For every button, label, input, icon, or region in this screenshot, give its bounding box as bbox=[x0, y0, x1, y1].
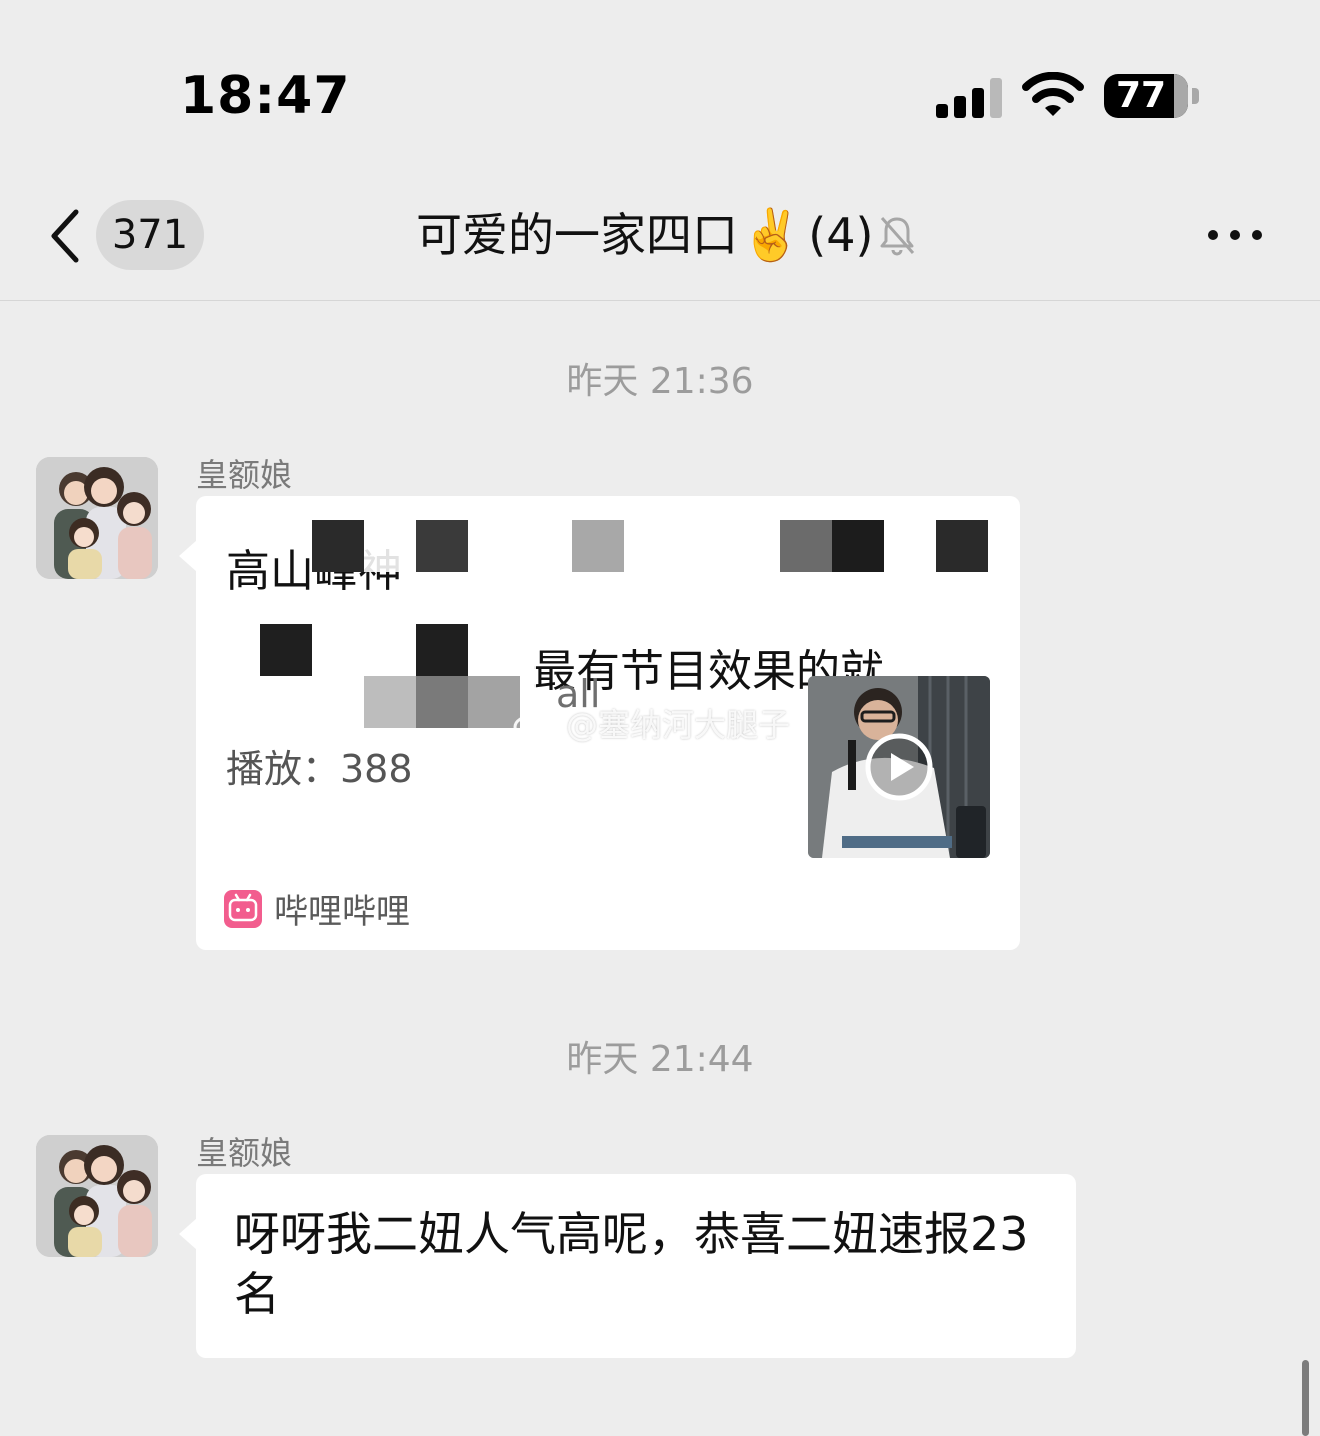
card-source: 哔哩哔哩 bbox=[224, 884, 410, 933]
weibo-watermark: @塞纳河大腿子 bbox=[512, 700, 790, 746]
scrollbar[interactable] bbox=[1302, 1360, 1309, 1436]
chat-title-text: 可爱的一家四口 bbox=[416, 208, 738, 262]
sender-avatar[interactable] bbox=[36, 1135, 158, 1257]
mosaic-block bbox=[936, 520, 988, 572]
privacy-mosaic bbox=[420, 736, 480, 786]
unread-count-badge[interactable]: 371 bbox=[96, 200, 204, 270]
mosaic-block bbox=[572, 520, 624, 572]
back-chevron-icon[interactable] bbox=[40, 204, 100, 268]
wifi-icon bbox=[1022, 72, 1084, 116]
more-dots-icon[interactable] bbox=[1200, 218, 1270, 252]
message-timestamp: 昨天 21:44 bbox=[566, 1039, 754, 1080]
chat-nav-bar: 371 可爱的一家四口 ✌️ (4) bbox=[0, 190, 1320, 301]
sender-avatar[interactable] bbox=[36, 457, 158, 579]
title-emoji: ✌️ bbox=[740, 206, 803, 264]
bilibili-icon bbox=[224, 889, 262, 928]
mosaic-block bbox=[312, 520, 364, 572]
sender-name: 皇额娘 bbox=[196, 1134, 293, 1172]
status-time: 18:47 bbox=[180, 66, 351, 126]
sender-name: 皇额娘 bbox=[196, 456, 293, 494]
privacy-mosaic bbox=[310, 520, 990, 572]
cellular-signal-icon bbox=[936, 78, 1002, 118]
battery-icon: 77 bbox=[1104, 74, 1200, 120]
status-bar: 18:47 77 bbox=[0, 0, 1320, 190]
mosaic-block bbox=[832, 520, 884, 572]
card-play-count: 播放：388 bbox=[226, 747, 413, 791]
weibo-icon bbox=[513, 707, 558, 740]
mute-bell-icon bbox=[880, 217, 915, 256]
watermark-text: @塞纳河大腿子 bbox=[566, 706, 791, 744]
mosaic-block bbox=[416, 676, 468, 728]
member-count: (4) bbox=[808, 208, 874, 262]
text-message-bubble[interactable]: 呀呀我二妞人气高呢，恭喜二妞速报23名 bbox=[179, 1174, 1076, 1358]
card-source-name: 哔哩哔哩 bbox=[274, 892, 410, 932]
mosaic-block bbox=[416, 520, 468, 572]
mosaic-block bbox=[364, 676, 416, 728]
chat-title[interactable]: 可爱的一家四口 ✌️ (4) bbox=[416, 200, 917, 270]
mosaic-block bbox=[780, 520, 832, 572]
video-thumbnail[interactable] bbox=[808, 676, 990, 858]
battery-level: 77 bbox=[1115, 75, 1167, 116]
message-timestamp: 昨天 21:36 bbox=[566, 361, 754, 402]
mosaic-block bbox=[416, 624, 468, 676]
play-icon[interactable] bbox=[864, 732, 934, 802]
mosaic-block bbox=[260, 624, 312, 676]
message-text: 呀呀我二妞人气高呢，恭喜二妞速报23名 bbox=[234, 1207, 1029, 1321]
